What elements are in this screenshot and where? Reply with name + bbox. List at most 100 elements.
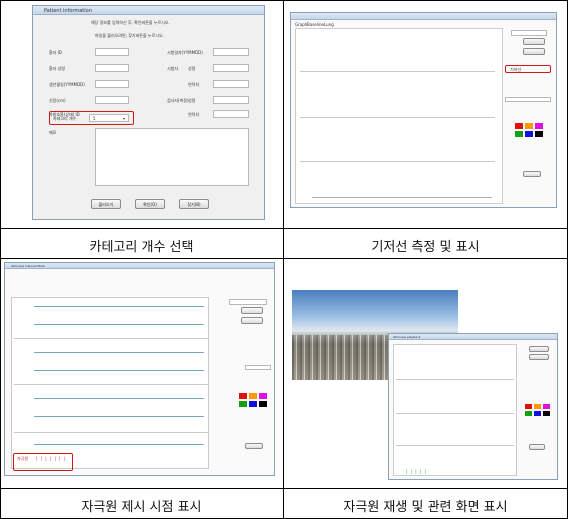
grid-divider-h3 [0,488,568,489]
memo-textarea[interactable] [95,128,249,186]
color-swatch-red[interactable] [239,393,247,399]
color-swatch-blue[interactable] [249,401,257,407]
playback-apply-button[interactable] [529,444,545,450]
color-swatch-magenta[interactable] [535,123,543,129]
stimulus-control-button[interactable] [241,307,263,314]
label-tester: 시험자 [167,66,179,71]
category-count-value: 5 [93,116,96,121]
playback-stimulus-marks: | | | | | [406,469,427,474]
baseline-plot-area [295,28,503,204]
test-date-field[interactable] [213,48,249,56]
color-swatch-green[interactable] [239,401,247,407]
instruction-line-1: 해당 정보를 입력하신 후, 확인버튼을 누르시오. [91,20,170,25]
caption-stimulus-playback: 자극원 재생 및 관련 화면 표시 [343,500,508,515]
color-swatch-red[interactable] [525,404,532,409]
baseline-highlight-text: 기저선 [510,67,522,72]
grid-divider-h2 [0,258,568,259]
patient-id-field[interactable] [95,48,129,56]
caption-stimulus-mark: 자극원 제시 시점 표시 [81,500,202,515]
color-swatch-black[interactable] [543,411,550,416]
stimulus-titlebar: Stimulus Interval Mark [5,263,274,269]
color-swatch-orange[interactable] [534,404,541,409]
examiner-contact-field[interactable] [213,110,249,118]
tab-baseline[interactable]: Baseline [307,22,324,27]
patient-name-field[interactable] [95,64,129,72]
load-button[interactable]: 불러오기 [91,199,121,209]
find-button[interactable]: 찾기(B) [179,199,209,209]
label-tester-name: 성명 [188,66,196,71]
grid-divider-h1 [0,228,568,229]
category-count-select[interactable]: 5 ▾ [89,114,129,122]
plot-separator [396,379,514,380]
plot-separator [14,338,208,339]
patient-info-window: Patient information 해당 정보를 입력하신 후, 확인버튼을… [32,5,265,220]
stimulus-status-field [245,365,271,370]
confirm-button[interactable]: 확인(O) [135,199,165,209]
playback-titlebar: Stimulus playback [389,334,557,340]
color-swatch-magenta[interactable] [259,393,267,399]
label-test-date: 시험일자(YYMMDD) [167,50,203,55]
instruction-line-2: 파일을 불러오려면, 찾기버튼을 누르시오. [95,33,164,38]
patient-info-title: Patient information [44,8,92,14]
stimulus-marks: | | | | | | | [36,456,67,461]
color-swatch-blue[interactable] [525,131,533,137]
color-swatch-blue[interactable] [534,411,541,416]
playback-control-button[interactable] [529,354,549,360]
baseline-status-field [505,97,551,102]
time-slider[interactable] [312,197,492,198]
tab-lung[interactable]: Lung [324,22,334,27]
playback-control-button[interactable] [529,346,549,352]
stimulus-highlight-text: 자극원 [17,456,29,461]
stimulus-window: Stimulus Interval Mark 자극원 | | | | | | | [4,262,275,476]
label-birthdate: 생년월일(YYMMDD) [49,82,85,87]
color-swatch-green[interactable] [515,131,523,137]
plot-separator [300,161,495,162]
label-tester-contact: 연락처 [188,82,200,87]
signal-line [34,370,204,371]
tester-name-field[interactable] [213,64,249,72]
plot-separator [396,445,514,446]
label-patient-id: 환자 ID [49,50,62,55]
stimulus-title: Stimulus Interval Mark [11,264,45,268]
chevron-down-icon[interactable]: ▾ [123,116,125,121]
baseline-titlebar [291,13,556,20]
caption-category-select: 카테고리 개수 선택 [89,240,194,255]
label-memo: 메모 [49,130,57,135]
tester-contact-field[interactable] [213,80,249,88]
baseline-window: Graph Baseline Lung 기저선 [290,12,557,208]
birthdate-field[interactable] [95,80,129,88]
baseline-apply-button[interactable] [523,171,541,177]
label-examiner-contact: 연락처 [188,112,200,117]
grid-divider-vertical [283,0,284,519]
color-swatch-black[interactable] [259,401,267,407]
plot-separator [300,71,495,72]
label-examiner: 검사자(측정) [167,98,189,103]
height-field[interactable] [95,96,129,104]
examiner-name-field[interactable] [213,96,249,104]
baseline-highlight-box: 기저선 [505,65,551,73]
color-swatch-red[interactable] [515,123,523,129]
label-height: 신장(cm) [49,98,66,103]
color-swatch-black[interactable] [535,131,543,137]
plot-separator [396,413,514,414]
baseline-select[interactable] [511,30,547,36]
color-swatch-orange[interactable] [249,393,257,399]
color-swatch-orange[interactable] [525,123,533,129]
plot-separator [14,384,208,385]
signal-line [34,416,204,417]
signal-line [34,444,204,445]
baseline-control-button[interactable] [523,48,545,55]
stimulus-apply-button[interactable] [245,443,263,449]
baseline-control-button[interactable] [523,38,545,45]
color-swatch-magenta[interactable] [543,404,550,409]
stimulus-control-button[interactable] [241,317,263,324]
tab-graph[interactable]: Graph [295,22,307,27]
stimulus-select[interactable] [229,299,267,305]
signal-line [34,398,204,399]
color-swatch-green[interactable] [525,411,532,416]
caption-baseline-measure: 기저선 측정 및 표시 [371,240,480,255]
plot-separator [300,117,495,118]
stimulus-plot-area [11,297,209,469]
label-examiner-name: 성명 [188,98,196,103]
playback-plot-area: | | | | | [393,344,517,476]
